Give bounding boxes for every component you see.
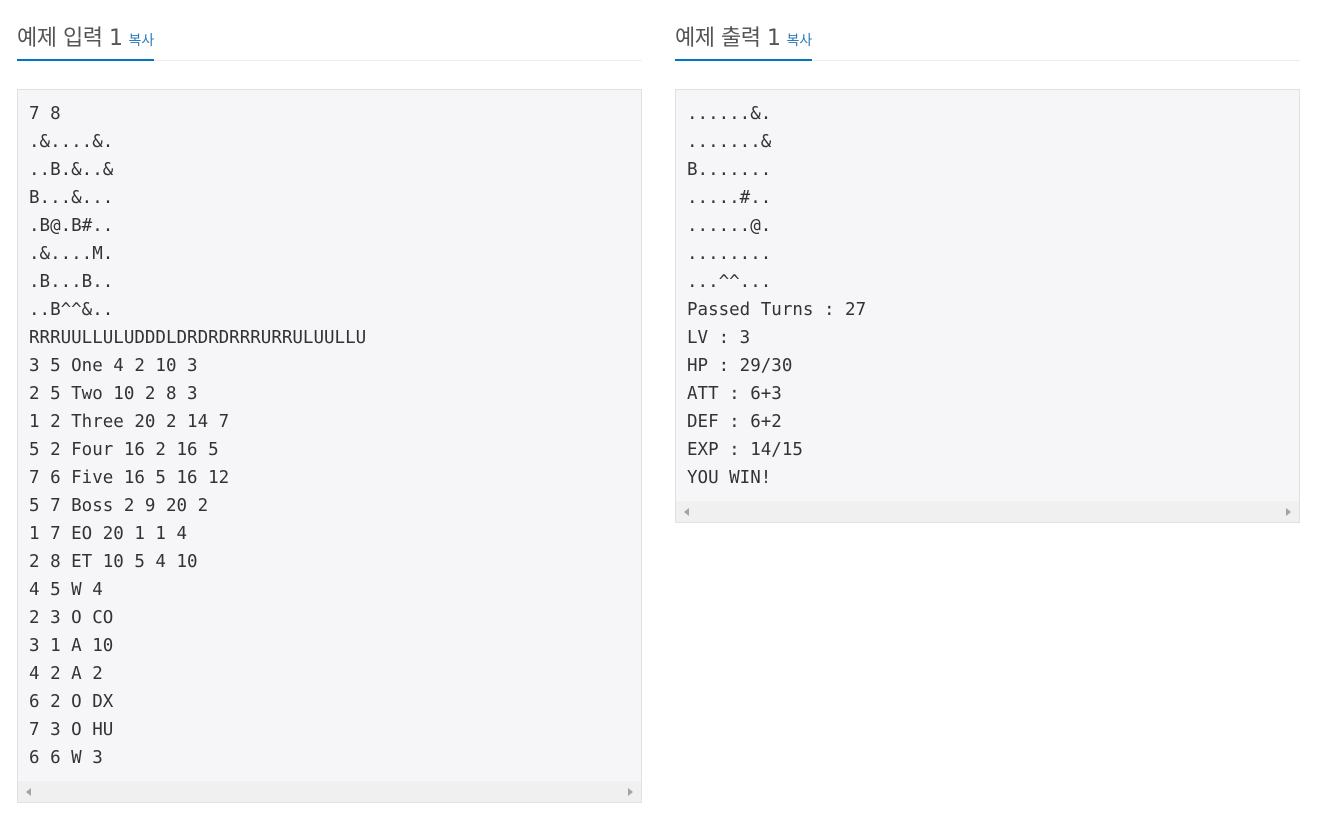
sample-line: 2 3 O CO <box>29 608 114 628</box>
sample-line: 2 8 ET 10 5 4 10 <box>29 552 198 572</box>
sample-line: 5 7 Boss 2 9 20 2 <box>29 496 209 516</box>
sample-line: ..B^^&.. <box>29 300 114 320</box>
sample-output-copy-button[interactable]: 복사 <box>786 33 812 49</box>
sample-line: DEF : 6+2 <box>687 412 782 432</box>
sample-line: 6 6 W 3 <box>29 748 103 768</box>
sample-line: B....... <box>687 160 772 180</box>
sample-input-box[interactable]: 7 8 .&....&. ..B.&..& B...&... .B@.B#.. .&...… <box>17 89 642 803</box>
sample-line: .B@.B#.. <box>29 216 114 236</box>
sample-line: ..B.&..& <box>29 160 114 180</box>
sample-line: 3 5 One 4 2 10 3 <box>29 356 198 376</box>
sample-line: .B...B.. <box>29 272 114 292</box>
sample-line: 7 8 <box>29 104 61 124</box>
sample-line: .&....M. <box>29 244 114 264</box>
sample-line: LV : 3 <box>687 328 751 348</box>
sample-line: B...&... <box>29 188 114 208</box>
scroll-right-arrow-icon[interactable] <box>628 788 633 796</box>
sample-output-horizontal-scrollbar[interactable] <box>676 501 1299 522</box>
sample-line: 4 5 W 4 <box>29 580 103 600</box>
sample-input-copy-button[interactable]: 복사 <box>128 33 154 49</box>
sample-line: EXP : 14/15 <box>687 440 803 460</box>
sample-line: .&....&. <box>29 132 114 152</box>
sample-line: 2 5 Two 10 2 8 3 <box>29 384 198 404</box>
sample-input-horizontal-scrollbar[interactable] <box>18 781 641 802</box>
sample-input-text: 7 8 .&....&. ..B.&..& B...&... .B@.B#.. .&...… <box>18 90 641 772</box>
sample-line: ......&. <box>687 104 772 124</box>
sample-output-panel: 예제 출력 1 복사 ......&. .......& B....... .....#… <box>675 0 1300 523</box>
scroll-right-arrow-icon[interactable] <box>1286 508 1291 516</box>
sample-line: HP : 29/30 <box>687 356 793 376</box>
sample-line: 3 1 A 10 <box>29 636 114 656</box>
scroll-left-arrow-icon[interactable] <box>684 508 689 516</box>
sample-line: ......@. <box>687 216 772 236</box>
sample-line: 6 2 O DX <box>29 692 114 712</box>
sample-output-headline: 예제 출력 1 복사 <box>675 0 1300 61</box>
sample-input-headline: 예제 입력 1 복사 <box>17 0 642 61</box>
sample-line: .....#.. <box>687 188 772 208</box>
sample-line: 1 7 EO 20 1 1 4 <box>29 524 188 544</box>
sample-line: 7 6 Five 16 5 16 12 <box>29 468 230 488</box>
sample-line: .......& <box>687 132 772 152</box>
sample-line: ...^^... <box>687 272 772 292</box>
sample-line: 5 2 Four 16 2 16 5 <box>29 440 219 460</box>
sample-input-title-underline: 예제 입력 1 복사 <box>17 0 155 61</box>
sample-line: 4 2 A 2 <box>29 664 103 684</box>
sample-output-text: ......&. .......& B....... .....#.. ......@.… <box>676 90 1299 492</box>
sample-output-box[interactable]: ......&. .......& B....... .....#.. ......@.… <box>675 89 1300 523</box>
sample-output-title-underline: 예제 출력 1 복사 <box>675 0 813 61</box>
scroll-left-arrow-icon[interactable] <box>26 788 31 796</box>
sample-line: 7 3 O HU <box>29 720 114 740</box>
sample-input-title: 예제 입력 1 <box>17 26 123 51</box>
sample-line: Passed Turns : 27 <box>687 300 867 320</box>
sample-output-title: 예제 출력 1 <box>675 26 781 51</box>
sample-line: YOU WIN! <box>687 468 772 488</box>
sample-line: 1 2 Three 20 2 14 7 <box>29 412 230 432</box>
sample-input-panel: 예제 입력 1 복사 7 8 .&....&. ..B.&..& B...&... .B@… <box>17 0 642 803</box>
sample-line: ........ <box>687 244 772 264</box>
sample-line: ATT : 6+3 <box>687 384 782 404</box>
sample-line: RRRUULLULUDDDLDRDRDRRRURRULUULLU <box>29 328 367 348</box>
